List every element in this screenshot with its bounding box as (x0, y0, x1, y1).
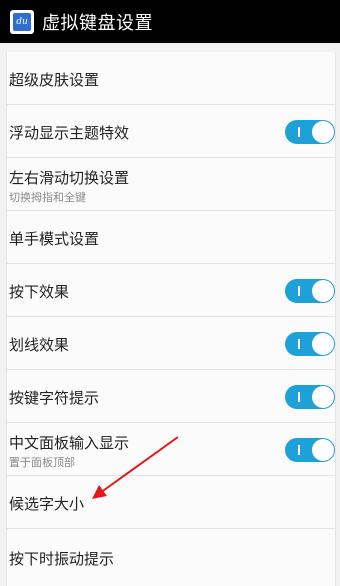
setting-label: 单手模式设置 (9, 230, 100, 248)
toggle-on-mark (298, 392, 300, 402)
setting-label: 中文面板输入显示 (9, 434, 130, 452)
setting-sublabel: 切换拇指和全键 (9, 191, 86, 204)
chinese-panel-toggle[interactable] (285, 438, 335, 462)
setting-label: 左右滑动切换设置 (9, 169, 130, 187)
toggle-on-mark (298, 127, 300, 137)
floating-theme-toggle[interactable] (285, 120, 335, 144)
setting-label: 候选字大小 (9, 495, 85, 513)
toggle-knob (312, 333, 334, 355)
setting-floating-theme-effect[interactable]: 浮动显示主题特效 (7, 105, 335, 158)
setting-vibration-on-press[interactable]: 按下时振动提示 (7, 529, 335, 586)
page-title: 虚拟键盘设置 (42, 12, 153, 34)
setting-candidate-font-size[interactable]: 候选字大小 (7, 476, 335, 529)
press-effect-toggle[interactable] (285, 279, 335, 303)
setting-super-skin[interactable]: 超级皮肤设置 (7, 52, 335, 105)
title-bar: du 虚拟键盘设置 (0, 0, 340, 43)
setting-label: 划线效果 (9, 336, 70, 354)
toggle-knob (312, 439, 334, 461)
keyboard-app-icon: du (10, 9, 34, 34)
setting-press-effect[interactable]: 按下效果 (7, 264, 335, 317)
setting-swipe-switch[interactable]: 左右滑动切换设置 切换拇指和全键 (7, 158, 335, 211)
toggle-knob (312, 121, 334, 143)
setting-one-hand-mode[interactable]: 单手模式设置 (7, 211, 335, 264)
setting-chinese-panel-display[interactable]: 中文面板输入显示 置于面板顶部 (7, 423, 335, 476)
app-icon-glyph: du (13, 12, 31, 31)
setting-label: 按键字符提示 (9, 389, 100, 407)
toggle-knob (312, 280, 334, 302)
toggle-on-mark (298, 445, 300, 455)
toggle-knob (312, 386, 334, 408)
setting-label: 按下时振动提示 (9, 550, 115, 568)
swipe-line-toggle[interactable] (285, 332, 335, 356)
settings-list: 超级皮肤设置 浮动显示主题特效 左右滑动切换设置 切换拇指和全键 单手模式设置 … (6, 52, 336, 586)
setting-key-char-hint[interactable]: 按键字符提示 (7, 370, 335, 423)
key-char-hint-toggle[interactable] (285, 385, 335, 409)
setting-label: 浮动显示主题特效 (9, 124, 130, 142)
setting-sublabel: 置于面板顶部 (9, 456, 75, 469)
toggle-on-mark (298, 286, 300, 296)
toggle-on-mark (298, 339, 300, 349)
setting-label: 超级皮肤设置 (9, 71, 100, 89)
setting-label: 按下效果 (9, 283, 70, 301)
setting-swipe-line-effect[interactable]: 划线效果 (7, 317, 335, 370)
